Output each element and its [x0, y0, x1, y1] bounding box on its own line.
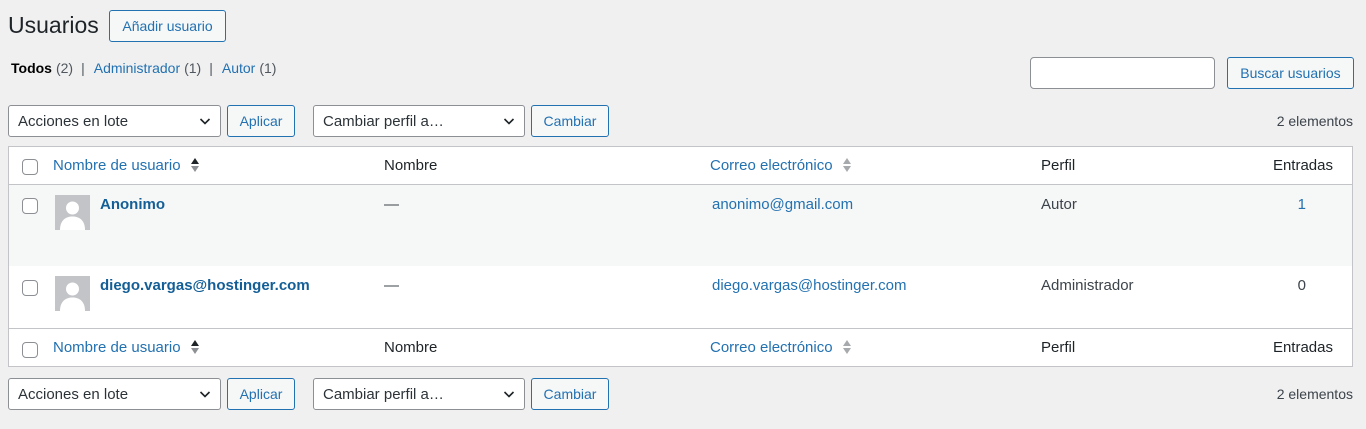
column-header-role: Perfil — [1041, 157, 1076, 174]
filter-autor-count: (1) — [259, 60, 277, 76]
username-link[interactable]: diego.vargas@hostinger.com — [100, 276, 310, 296]
change-role-select-value: Cambiar perfil a… — [323, 385, 444, 403]
chevron-down-icon — [199, 391, 211, 398]
apply-button-top[interactable]: Aplicar — [227, 105, 295, 137]
table-header-row: Nombre de usuario Nombre Correo electrón… — [9, 147, 1352, 185]
column-footer-posts: Entradas — [1272, 339, 1333, 356]
filter-separator: | — [209, 60, 213, 76]
bulk-actions-select-bottom[interactable]: Acciones en lote — [8, 378, 221, 410]
column-footer-email-label[interactable]: Correo electrónico — [710, 339, 833, 356]
user-posts-link[interactable]: 1 — [1298, 195, 1306, 215]
filter-autor-label[interactable]: Autor — [222, 60, 255, 76]
role-filter-links: Todos (2) | Administrador (1) | Autor (1) — [11, 60, 276, 76]
filter-administrador-label[interactable]: Administrador — [94, 60, 180, 76]
apply-button-bottom[interactable]: Aplicar — [227, 378, 295, 410]
bulk-actions-select-value: Acciones en lote — [18, 385, 129, 403]
column-footer-username[interactable]: Nombre de usuario — [53, 338, 200, 358]
sort-ascending-icon[interactable] — [190, 338, 200, 356]
filter-todos-label[interactable]: Todos — [11, 60, 52, 76]
filter-todos-count: (2) — [55, 60, 74, 76]
user-role: Autor — [1041, 196, 1077, 213]
column-header-posts: Entradas — [1272, 157, 1333, 174]
change-role-select-top[interactable]: Cambiar perfil a… — [313, 105, 525, 137]
change-role-button-top[interactable]: Cambiar — [531, 105, 609, 137]
filter-autor[interactable]: Autor (1) — [222, 60, 277, 76]
user-name: — — [384, 196, 399, 213]
column-footer-name: Nombre — [384, 339, 438, 356]
user-posts-count: 0 — [1297, 277, 1306, 294]
search-users-button[interactable]: Buscar usuarios — [1227, 57, 1354, 89]
bulk-actions-select-top[interactable]: Acciones en lote — [8, 105, 221, 137]
row-checkbox[interactable] — [22, 198, 38, 214]
filter-administrador[interactable]: Administrador (1) — [94, 60, 202, 76]
users-table: Nombre de usuario Nombre Correo electrón… — [8, 146, 1353, 367]
select-all-checkbox[interactable] — [22, 159, 38, 175]
items-count-top: 2 elementos — [1276, 113, 1353, 129]
sort-icon[interactable] — [842, 338, 852, 356]
chevron-down-icon — [199, 118, 211, 125]
items-count-bottom: 2 elementos — [1276, 386, 1353, 402]
chevron-down-icon — [503, 118, 515, 125]
column-header-username[interactable]: Nombre de usuario — [53, 156, 200, 176]
row-checkbox[interactable] — [22, 280, 38, 296]
column-footer-role: Perfil — [1041, 339, 1076, 356]
table-footer-row: Nombre de usuario Nombre Correo electrón… — [9, 328, 1352, 367]
change-role-select-bottom[interactable]: Cambiar perfil a… — [313, 378, 525, 410]
change-role-button-bottom[interactable]: Cambiar — [531, 378, 609, 410]
table-row: Anonimo — anonimo@gmail.com Autor 1 — [9, 185, 1352, 266]
select-all-checkbox[interactable] — [22, 342, 38, 358]
column-footer-email[interactable]: Correo electrónico — [710, 338, 852, 358]
chevron-down-icon — [503, 391, 515, 398]
default-avatar-icon — [60, 282, 85, 311]
change-role-select-value: Cambiar perfil a… — [323, 112, 444, 130]
user-email-link[interactable]: diego.vargas@hostinger.com — [712, 276, 907, 296]
sort-ascending-icon[interactable] — [190, 156, 200, 174]
page-title: Usuarios — [8, 12, 99, 38]
sort-icon[interactable] — [842, 156, 852, 174]
column-header-email[interactable]: Correo electrónico — [710, 156, 852, 176]
filter-separator: | — [81, 60, 85, 76]
avatar — [55, 195, 90, 230]
bulk-actions-select-value: Acciones en lote — [18, 112, 129, 130]
column-header-username-label[interactable]: Nombre de usuario — [53, 157, 181, 174]
avatar — [55, 276, 90, 311]
search-input[interactable] — [1030, 57, 1215, 89]
user-name: — — [384, 277, 399, 294]
column-header-name: Nombre — [384, 157, 438, 174]
default-avatar-icon — [60, 201, 85, 230]
filter-todos[interactable]: Todos (2) — [11, 60, 73, 76]
filter-administrador-count: (1) — [184, 60, 202, 76]
column-footer-username-label[interactable]: Nombre de usuario — [53, 339, 181, 356]
username-link[interactable]: Anonimo — [100, 195, 165, 215]
user-role: Administrador — [1041, 277, 1134, 294]
add-user-button[interactable]: Añadir usuario — [109, 10, 226, 42]
column-header-email-label[interactable]: Correo electrónico — [710, 157, 833, 174]
user-email-link[interactable]: anonimo@gmail.com — [712, 195, 853, 215]
table-row: diego.vargas@hostinger.com — diego.varga… — [9, 266, 1352, 328]
